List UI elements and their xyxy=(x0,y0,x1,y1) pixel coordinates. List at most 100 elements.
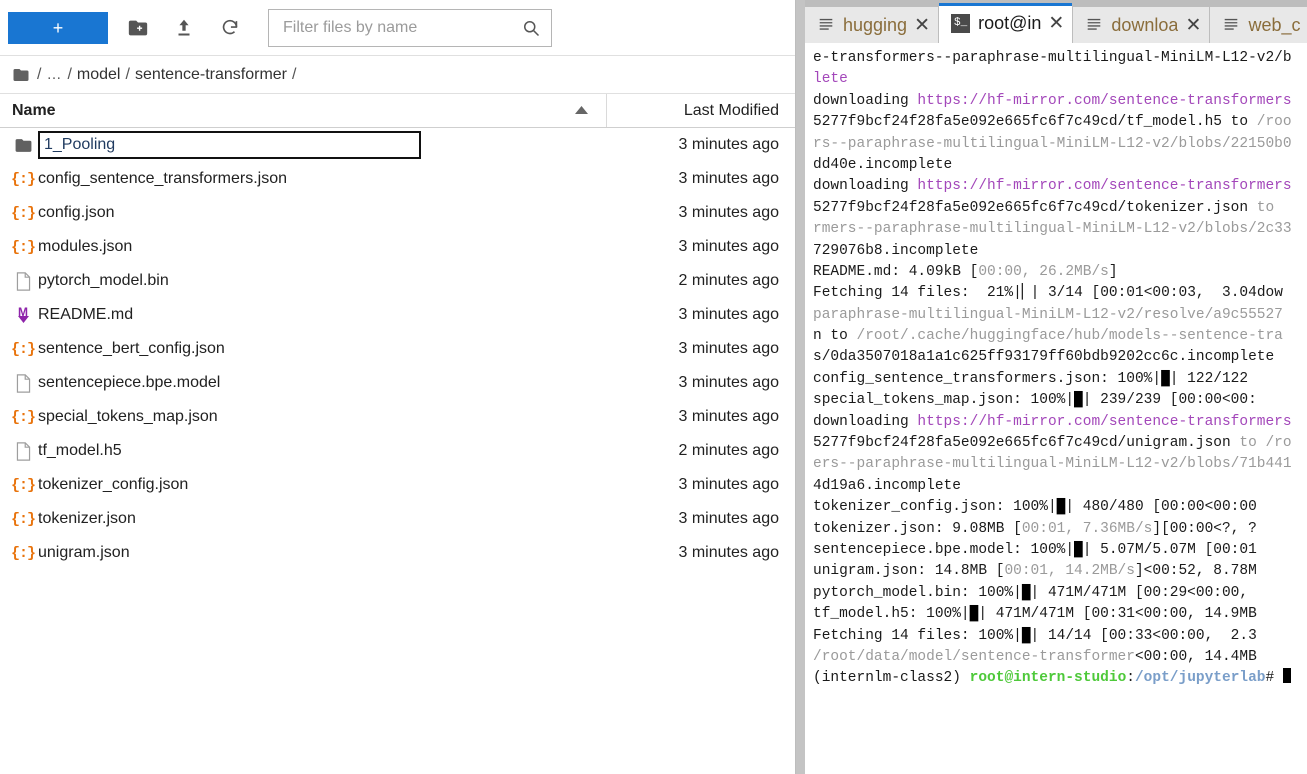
new-folder-icon[interactable] xyxy=(122,12,154,44)
breadcrumb-sep: / xyxy=(67,65,72,83)
file-list-item[interactable]: {:} config.json 3 minutes ago xyxy=(0,196,795,230)
dock-tab-label: root@in xyxy=(978,12,1042,33)
column-header-name-label: Name xyxy=(12,101,56,119)
file-list-header: Name Last Modified xyxy=(0,94,795,128)
terminal-line: lete xyxy=(813,71,848,88)
json-icon: {:} xyxy=(10,204,36,222)
json-icon: {:} xyxy=(10,544,36,562)
close-icon[interactable]: ✕ xyxy=(914,16,930,35)
terminal-line: tf_model.h5: 100%|█| 471M/471M [00:31<00… xyxy=(813,606,1257,623)
terminal-icon: $_ xyxy=(951,13,971,33)
file-modified-label: 3 minutes ago xyxy=(678,408,779,425)
file-list-item[interactable]: {:} sentence_bert_config.json 3 minutes ag… xyxy=(0,332,795,366)
search-input[interactable] xyxy=(283,18,521,37)
terminal-output[interactable]: e-transformers--paraphrase-multilingual-… xyxy=(805,43,1307,774)
file-name-label: unigram.json xyxy=(38,544,130,561)
file-icon xyxy=(8,271,38,291)
file-name-label: sentence_bert_config.json xyxy=(38,340,225,357)
rename-input[interactable] xyxy=(44,136,415,154)
terminal-line: rs--paraphrase-multilingual-MiniLM-L12-v… xyxy=(813,135,1292,152)
json-icon: {:} xyxy=(10,476,36,494)
file-modified-label: 3 minutes ago xyxy=(678,136,779,153)
tab-bar: hugging ✕ $_ root@in ✕ downloa ✕ web_c✕ xyxy=(805,0,1307,43)
breadcrumb-sep: / xyxy=(37,65,42,83)
dock-tab[interactable]: $_ root@in ✕ xyxy=(939,3,1074,43)
json-icon: {:} xyxy=(10,170,36,188)
json-icon: {:} xyxy=(10,408,36,426)
text-file-icon xyxy=(817,16,835,34)
dock-tab[interactable]: hugging ✕ xyxy=(805,7,940,43)
file-name-label: tokenizer_config.json xyxy=(38,476,189,493)
rename-field[interactable] xyxy=(38,131,421,159)
prompt-symbol: # xyxy=(1265,670,1283,687)
file-list-item[interactable]: {:} tokenizer.json 3 minutes ago xyxy=(0,502,795,536)
file-icon xyxy=(8,441,38,461)
file-modified-label: 3 minutes ago xyxy=(678,204,779,221)
prompt-env: (internlm-class2) xyxy=(813,670,970,687)
dock-tab-label: downloa xyxy=(1111,14,1179,35)
column-header-name[interactable]: Name xyxy=(0,94,607,127)
file-list-item[interactable]: {:} tokenizer_config.json 3 minutes ago xyxy=(0,468,795,502)
file-modified-label: 3 minutes ago xyxy=(678,238,779,255)
file-name-label: README.md xyxy=(38,306,134,323)
file-list-item[interactable]: pytorch_model.bin 2 minutes ago xyxy=(0,264,795,298)
file-modified-label: 2 minutes ago xyxy=(678,442,779,459)
terminal-line: ers--paraphrase-multilingual-MiniLM-L12-… xyxy=(813,456,1292,473)
breadcrumb-ellipsis[interactable]: … xyxy=(46,66,62,83)
json-icon: {:} xyxy=(10,238,36,256)
breadcrumb-item-model[interactable]: model xyxy=(77,66,121,84)
upload-icon[interactable] xyxy=(168,12,200,44)
file-name-label: pytorch_model.bin xyxy=(38,272,169,289)
file-list-item[interactable]: {:} modules.json 3 minutes ago xyxy=(0,230,795,264)
terminal-line: 729076b8.incomplete xyxy=(813,242,979,259)
file-modified-label: 3 minutes ago xyxy=(678,374,779,391)
prompt-colon: : xyxy=(1126,670,1135,687)
close-icon[interactable]: ✕ xyxy=(1185,16,1201,35)
terminal-line: rmers--paraphrase-multilingual-MiniLM-L1… xyxy=(813,221,1292,238)
file-name-label: modules.json xyxy=(38,238,133,255)
file-browser-panel: + Filter files by name / … / model / sen… xyxy=(0,0,795,774)
file-modified-label: 2 minutes ago xyxy=(678,272,779,289)
file-name-label: config.json xyxy=(38,204,115,221)
file-list-item[interactable]: {:} unigram.json 3 minutes ago xyxy=(0,536,795,570)
close-icon[interactable]: ✕ xyxy=(1048,14,1064,33)
new-launcher-button[interactable]: + xyxy=(8,11,108,44)
column-header-last-modified-label: Last Modified xyxy=(683,101,779,119)
dock-tab[interactable]: web_c✕ xyxy=(1210,7,1307,43)
file-list-item[interactable]: {:} special_tokens_map.json 3 minutes ago xyxy=(0,400,795,434)
file-icon xyxy=(8,373,38,393)
filter-files-field[interactable] xyxy=(268,8,552,47)
json-icon: {:} xyxy=(10,510,36,528)
terminal-line: tokenizer.json: 9.08MB [00:01, 7.36MB/s]… xyxy=(813,520,1257,537)
terminal-line: /root/data/model/sentence-transformer<00… xyxy=(813,648,1257,665)
terminal-line: 4d19a6.incomplete xyxy=(813,477,961,494)
terminal-line: tokenizer_config.json: 100%|█| 480/480 [… xyxy=(813,499,1257,516)
file-list-item[interactable]: tf_model.h5 2 minutes ago xyxy=(0,434,795,468)
text-file-icon xyxy=(1222,16,1240,34)
file-list-item[interactable]: 3 minutes ago xyxy=(0,128,795,162)
markdown-icon: M xyxy=(8,306,38,323)
refresh-icon[interactable] xyxy=(214,12,246,44)
breadcrumb-home-folder-icon[interactable] xyxy=(12,66,30,84)
dock-tab-label: web_c xyxy=(1248,14,1301,35)
column-header-last-modified[interactable]: Last Modified xyxy=(607,94,795,127)
terminal-line: config_sentence_transformers.json: 100%|… xyxy=(813,370,1249,387)
breadcrumb-item-sentence-transformer[interactable]: sentence-transformer xyxy=(135,66,287,84)
text-file-icon xyxy=(1085,16,1103,34)
terminal-line: Fetching 14 files: 21%|▏| 3/14 [00:01<00… xyxy=(813,285,1283,302)
terminal-line: README.md: 4.09kB [00:00, 26.2MB/s] xyxy=(813,263,1118,280)
terminal-line: unigram.json: 14.8MB [00:01, 14.2MB/s]<0… xyxy=(813,563,1257,580)
terminal-prompt-line: (internlm-class2) root@intern-studio:/op… xyxy=(813,668,1307,689)
file-list-item[interactable]: {:} config_sentence_transformers.json 3 mi… xyxy=(0,162,795,196)
terminal-line: 5277f9bcf24f28fa5e092e665fc6f7c49cd/toke… xyxy=(813,199,1283,216)
file-modified-label: 3 minutes ago xyxy=(678,340,779,357)
file-list: 3 minutes ago {:}config_sentence_transfor… xyxy=(0,128,795,774)
file-modified-label: 3 minutes ago xyxy=(678,544,779,561)
terminal-line: s/0da3507018a1a1c625ff93179ff60bdb9202cc… xyxy=(813,349,1275,366)
dock-tab[interactable]: downloa ✕ xyxy=(1073,7,1211,43)
file-browser-toolbar: + xyxy=(0,0,795,56)
file-list-item[interactable]: M README.md 3 minutes ago xyxy=(0,298,795,332)
panel-splitter[interactable] xyxy=(795,0,805,774)
file-modified-label: 3 minutes ago xyxy=(678,476,779,493)
file-list-item[interactable]: sentencepiece.bpe.model 3 minutes ago xyxy=(0,366,795,400)
